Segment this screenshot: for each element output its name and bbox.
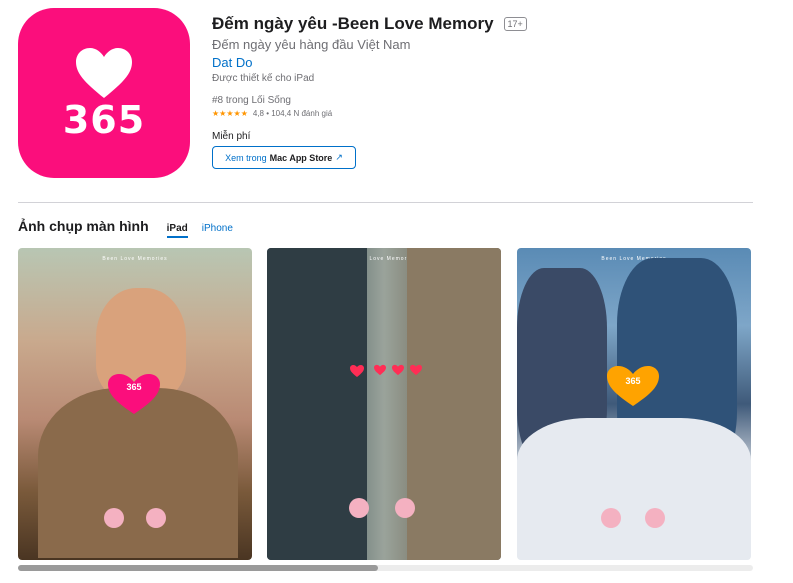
- age-rating-badge: 17+: [503, 17, 527, 31]
- tab-ipad[interactable]: iPad: [166, 223, 188, 238]
- screenshots-header: Ảnh chụp màn hình iPad iPhone: [18, 218, 233, 238]
- heart-counter: 365: [126, 382, 142, 392]
- car: [517, 418, 751, 560]
- category-rank[interactable]: #8 trong Lối Sống: [212, 95, 291, 106]
- heart-icon: [350, 365, 364, 377]
- avatar: [349, 498, 369, 518]
- avatar: [146, 508, 166, 528]
- person-right: [407, 248, 501, 560]
- app-subtitle: Đếm ngày yêu hàng đầu Việt Nam: [212, 37, 411, 52]
- price-label: Miễn phí: [212, 131, 251, 142]
- screenshot-app-name: Been Love Memories: [102, 256, 168, 262]
- app-title: Đếm ngày yêu -Been Love Memory: [212, 14, 494, 33]
- store-button-prefix: Xem trong: [225, 152, 267, 163]
- screenshots-title: Ảnh chụp màn hình: [18, 218, 149, 234]
- screenshot-app-name: Been Love Memories: [601, 256, 667, 262]
- screenshot-1[interactable]: Been Love Memories 365: [18, 248, 252, 560]
- tab-iphone[interactable]: iPhone: [202, 223, 233, 234]
- store-button-name: Mac App Store: [269, 152, 333, 163]
- avatar: [104, 508, 124, 528]
- horizontal-scrollbar-thumb[interactable]: [18, 565, 378, 571]
- developer-link[interactable]: Dat Do: [212, 55, 252, 70]
- rating-text: 4,8 • 104,4 N đánh giá: [252, 109, 333, 118]
- app-icon: 365: [18, 8, 190, 178]
- title-row: Đếm ngày yêu -Been Love Memory 17+: [212, 14, 527, 34]
- heart-icon: [76, 48, 132, 98]
- screenshot-2[interactable]: Been Love Memories: [267, 248, 501, 560]
- heart-counter-icon: [108, 374, 160, 414]
- heart-icon: [392, 364, 404, 376]
- designed-for-label: Được thiết kế cho iPad: [212, 73, 315, 84]
- rating-stars: ★★★★★: [212, 109, 248, 118]
- view-in-mac-app-store-button[interactable]: Xem trong Mac App Store ↗: [212, 146, 356, 169]
- icon-number: 365: [62, 98, 146, 142]
- avatar: [601, 508, 621, 528]
- heart-counter: 365: [625, 376, 641, 386]
- external-arrow-icon: ↗: [335, 152, 343, 162]
- screenshot-3[interactable]: Been Love Memories 365: [517, 248, 751, 560]
- divider: [18, 202, 753, 203]
- heart-icon: [410, 364, 422, 376]
- avatar: [645, 508, 665, 528]
- avatar: [395, 498, 415, 518]
- heart-icon: [374, 364, 386, 376]
- heart-counter-icon: [607, 366, 659, 406]
- rating-row: ★★★★★ 4,8 • 104,4 N đánh giá: [212, 109, 332, 118]
